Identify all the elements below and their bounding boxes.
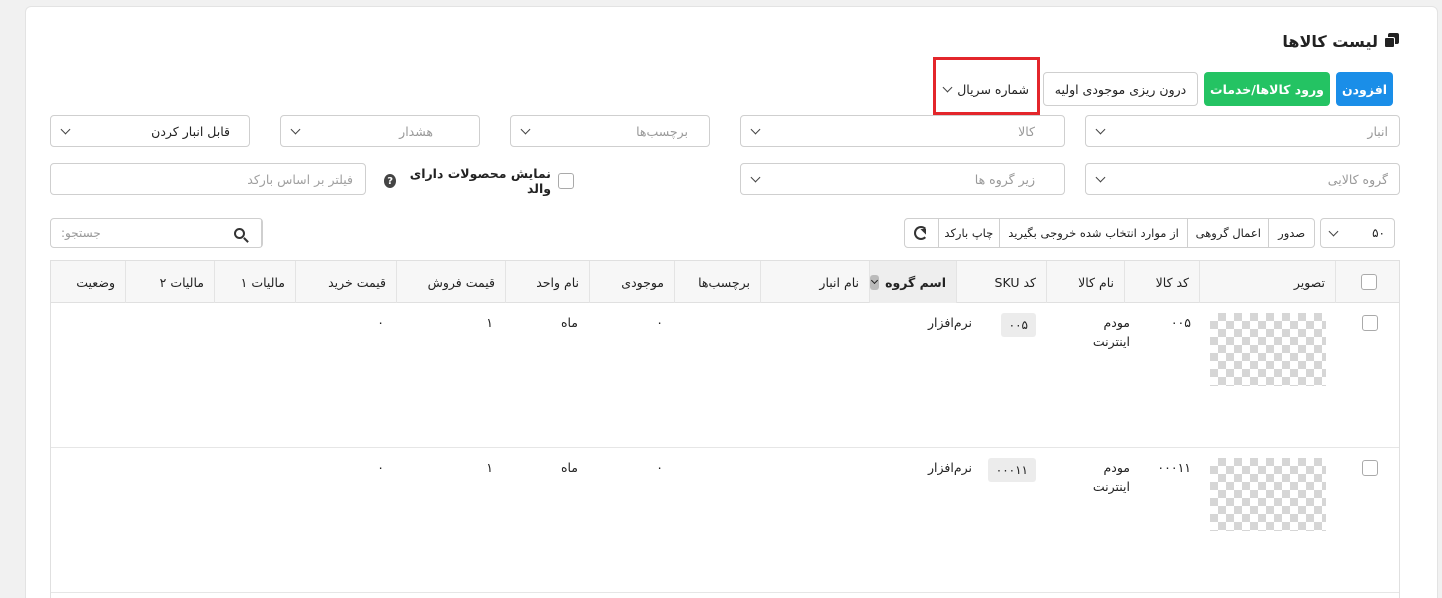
chevron-down-icon xyxy=(60,124,71,134)
cell-sku: ۰۰۵ xyxy=(1000,313,1036,337)
select-all-checkbox[interactable] xyxy=(1360,274,1377,290)
header-group[interactable]: اسم گروه xyxy=(869,261,956,303)
subgroup-filter[interactable]: زیر گروه ها xyxy=(740,163,1065,195)
import-products-button[interactable]: ورود کالاها/خدمات xyxy=(1204,72,1330,106)
show-parent-checkbox[interactable] xyxy=(558,173,574,189)
cell-buy-price: ۰ xyxy=(377,460,384,475)
cell-sale-price: ۱ xyxy=(486,315,493,330)
cell-group: نرم‌افزار xyxy=(928,315,972,330)
header-warehouse[interactable]: نام انبار xyxy=(760,261,869,303)
warehouse-filter[interactable]: انبار xyxy=(1085,115,1400,147)
barcode-filter-input[interactable]: فیلتر بر اساس بارکد xyxy=(50,163,366,195)
serial-select-value: شماره سریال xyxy=(957,81,1029,97)
header-tax2[interactable]: مالیات ۲ xyxy=(125,261,214,303)
product-filter-label: کالا xyxy=(1018,123,1035,139)
export-button[interactable]: صدور xyxy=(1268,219,1314,247)
table-row[interactable]: ۰۰۵ مودم اینترنت ۰۰۵ نرم‌افزار ۰ ماه ۱ ۰ xyxy=(51,303,1399,448)
warehouse-filter-label: انبار xyxy=(1367,123,1388,139)
product-filter[interactable]: کالا xyxy=(740,115,1065,147)
header-group-label: اسم گروه xyxy=(885,274,946,290)
storable-filter[interactable]: قابل انبار کردن xyxy=(50,115,250,147)
show-parent-label: نمایش محصولات دارای والد xyxy=(409,166,551,196)
sort-desc-icon xyxy=(870,274,880,290)
cell-unit: ماه xyxy=(560,460,578,475)
warning-filter-label: هشدار xyxy=(399,123,433,139)
tags-filter[interactable]: برچسب‌ها xyxy=(510,115,710,147)
header-image[interactable]: تصویر xyxy=(1199,261,1335,303)
cell-stock: ۰ xyxy=(656,315,663,330)
search-input[interactable]: جستجو: xyxy=(51,219,217,247)
cell-name: مودم اینترنت xyxy=(1092,315,1130,349)
serial-select-highlight: شماره سریال xyxy=(933,57,1040,115)
header-buy-price[interactable]: قیمت خرید xyxy=(295,261,396,303)
cell-code: ۰۰۰۱۱ xyxy=(1157,460,1191,475)
page-title: لیست کالاها xyxy=(1282,31,1399,51)
refresh-button[interactable] xyxy=(905,219,938,247)
row-checkbox[interactable] xyxy=(1362,460,1378,476)
header-name[interactable]: نام کالا xyxy=(1046,261,1124,303)
chevron-down-icon xyxy=(290,124,301,134)
cell-stock: ۰ xyxy=(656,460,663,475)
chevron-down-icon xyxy=(942,82,953,92)
products-table: تصویر کد کالا نام کالا کد SKU اسم گروه ن… xyxy=(50,260,1400,598)
chevron-down-icon xyxy=(1095,124,1106,134)
refresh-icon xyxy=(914,226,929,240)
table-search: جستجو: xyxy=(50,218,263,248)
product-group-filter[interactable]: گروه کالایی xyxy=(1085,163,1400,195)
per-page-value: ۵۰ xyxy=(1372,226,1385,240)
cell-unit: ماه xyxy=(560,315,578,330)
header-tax1[interactable]: مالیات ۱ xyxy=(214,261,295,303)
warning-filter[interactable]: هشدار xyxy=(280,115,480,147)
bulk-apply-button[interactable]: اعمال گروهی xyxy=(1187,219,1268,247)
header-code[interactable]: کد کالا xyxy=(1124,261,1199,303)
header-sku[interactable]: کد SKU xyxy=(956,261,1046,303)
chevron-down-icon xyxy=(750,172,761,182)
chevron-down-icon xyxy=(750,124,761,134)
chevron-down-icon xyxy=(1095,172,1106,182)
row-checkbox[interactable] xyxy=(1362,315,1378,331)
header-stock[interactable]: موجودی xyxy=(589,261,674,303)
show-parent-products-toggle[interactable]: نمایش محصولات دارای والد ? xyxy=(384,166,574,196)
initial-stock-import-button[interactable]: درون ریزی موجودی اولیه xyxy=(1043,72,1198,106)
chevron-down-icon xyxy=(520,124,531,134)
product-group-filter-label: گروه کالایی xyxy=(1327,171,1388,187)
chevron-down-icon xyxy=(1328,226,1339,236)
cell-buy-price: ۰ xyxy=(377,315,384,330)
header-select-all xyxy=(1335,261,1401,303)
page-title-text: لیست کالاها xyxy=(1282,31,1378,51)
search-icon xyxy=(233,227,245,239)
header-status[interactable]: وضعیت xyxy=(51,261,125,303)
serial-number-select[interactable]: شماره سریال xyxy=(939,72,1034,106)
header-tags[interactable]: برچسب‌ها xyxy=(674,261,760,303)
copy-icon xyxy=(1383,33,1399,49)
product-image-placeholder xyxy=(1210,313,1326,386)
cell-sale-price: ۱ xyxy=(486,460,493,475)
cell-name: مودم اینترنت xyxy=(1092,460,1130,494)
add-button[interactable]: افزودن xyxy=(1336,72,1393,106)
per-page-select[interactable]: ۵۰ xyxy=(1320,218,1395,248)
cell-group: نرم‌افزار xyxy=(928,460,972,475)
table-actions-group: صدور اعمال گروهی از موارد انتخاب شده خرو… xyxy=(904,218,1315,248)
table-header: تصویر کد کالا نام کالا کد SKU اسم گروه ن… xyxy=(51,261,1399,303)
export-selected-button[interactable]: از موارد انتخاب شده خروجی بگیرید xyxy=(998,219,1187,247)
product-image-placeholder xyxy=(1210,458,1326,531)
help-icon[interactable]: ? xyxy=(384,174,397,188)
cell-code: ۰۰۵ xyxy=(1170,315,1191,330)
table-row[interactable]: ۰۰۰۱۱ مودم اینترنت ۰۰۰۱۱ نرم‌افزار ۰ ماه… xyxy=(51,448,1399,593)
header-sale-price[interactable]: قیمت فروش xyxy=(396,261,505,303)
storable-filter-value: قابل انبار کردن xyxy=(151,123,230,139)
subgroup-filter-label: زیر گروه ها xyxy=(974,171,1035,187)
tags-filter-label: برچسب‌ها xyxy=(636,123,688,139)
header-unit[interactable]: نام واحد xyxy=(505,261,589,303)
search-button[interactable] xyxy=(217,219,262,247)
print-barcode-button[interactable]: چاپ بارکد xyxy=(937,219,999,247)
cell-sku: ۰۰۰۱۱ xyxy=(987,458,1036,482)
